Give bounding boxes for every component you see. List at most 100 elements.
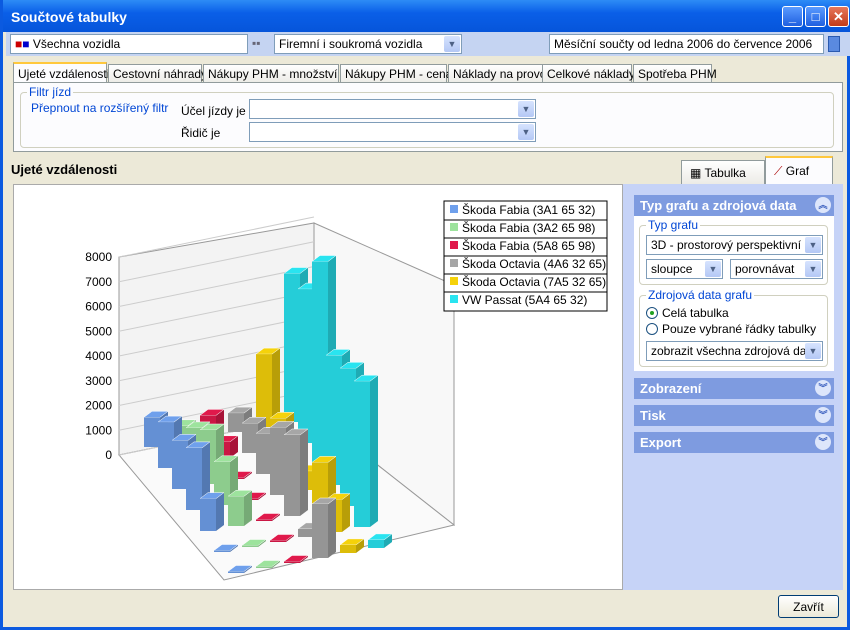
section-header-print[interactable]: Tisk ︾: [634, 405, 834, 426]
legend-swatch: [450, 259, 458, 267]
chevron-down-icon[interactable]: ▼: [518, 124, 534, 140]
tab-chart[interactable]: ⟋ Graf: [765, 156, 833, 184]
chart-type-group: Typ grafu 3D - prostorový perspektivní ▼ …: [639, 218, 828, 285]
close-window-button[interactable]: ✕: [828, 6, 849, 27]
chevron-down-icon[interactable]: ▼: [444, 36, 460, 52]
collapse-icon[interactable]: ︽: [815, 197, 831, 213]
purpose-select[interactable]: ▼: [249, 99, 536, 119]
y-tick-label: 5000: [85, 324, 112, 338]
expand-icon[interactable]: ︾: [815, 407, 831, 423]
source-filter-value: zobrazit všechna zdrojová data: [651, 344, 817, 358]
maximize-button[interactable]: □: [805, 6, 826, 27]
y-tick-label: 2000: [85, 399, 112, 413]
chevron-down-icon[interactable]: ▼: [705, 261, 721, 277]
bar: [214, 550, 230, 552]
tab-spotreba-phm[interactable]: Spotřeba PHM: [633, 64, 717, 83]
bar: [284, 561, 300, 563]
legend-label: Škoda Octavia (4A6 32 65): [462, 256, 606, 271]
legend-swatch: [450, 241, 458, 249]
car-icon: ■: [22, 37, 30, 51]
driver-select[interactable]: ▼: [249, 122, 536, 142]
period-value: Měsíční součty od ledna 2006 do července…: [554, 37, 813, 51]
bar: [368, 539, 384, 548]
bar: [172, 440, 188, 489]
section-header-chart-type[interactable]: Typ grafu a zdrojová data ︽: [634, 195, 834, 216]
legend-label: VW Passat (5A4 65 32): [462, 293, 587, 307]
minimize-button[interactable]: _: [782, 6, 803, 27]
window: Součtové tabulky _ □ ✕ ■■ Všechna vozidl…: [0, 0, 850, 630]
legend-label: Škoda Octavia (7A5 32 65): [462, 274, 606, 289]
radio-all[interactable]: Celá tabulka: [646, 306, 729, 320]
tab-cestovni-nahrady[interactable]: Cestovní náhrady: [108, 64, 207, 83]
period-field[interactable]: Měsíční součty od ledna 2006 do července…: [549, 34, 824, 54]
bar: [312, 504, 328, 558]
chart-type-select[interactable]: 3D - prostorový perspektivní ▼: [646, 235, 823, 255]
chevron-down-icon[interactable]: ▼: [518, 101, 534, 117]
radio-checked-icon[interactable]: [646, 307, 658, 319]
y-tick-label: 4000: [85, 349, 112, 363]
mode-select[interactable]: porovnávat ▼: [730, 259, 823, 279]
bar: [256, 566, 272, 568]
shape-value: sloupce: [651, 262, 693, 276]
bar: [298, 289, 314, 443]
tab-table[interactable]: ▦ Tabulka: [681, 160, 765, 184]
bar: [242, 545, 258, 547]
bar-side: [328, 498, 336, 558]
y-tick-label: 6000: [85, 300, 112, 314]
source-group-label: Zdrojová data grafu: [646, 288, 755, 302]
toolbar: ■■ Všechna vozidla ▪▪ Firemní i soukromá…: [6, 32, 850, 56]
chevron-down-icon[interactable]: ▼: [805, 343, 821, 359]
bar: [256, 433, 272, 474]
bar: [354, 381, 370, 527]
chevron-down-icon[interactable]: ▼: [805, 237, 821, 253]
tab-table-label: Tabulka: [704, 166, 746, 180]
radio-unchecked-icon[interactable]: [646, 323, 658, 335]
bar: [228, 496, 244, 526]
legend-swatch: [450, 295, 458, 303]
vehicle-type-select[interactable]: Firemní i soukromá vozidla ▼: [274, 34, 462, 54]
radio-all-label: Celá tabulka: [662, 306, 729, 320]
tab-nakupy-cena[interactable]: Nákupy PHM - cena: [340, 64, 452, 83]
section-header-display[interactable]: Zobrazení ︾: [634, 378, 834, 399]
bar: [340, 544, 356, 553]
bar: [242, 423, 258, 453]
tab-celkove-naklady[interactable]: Celkové náklady: [542, 64, 635, 83]
bar: [200, 498, 216, 531]
chart-area: 0 1000 2000 3000 4000 5000 6000 7000 8000 Škoda F…: [13, 184, 623, 590]
table-icon: ▦: [690, 166, 702, 180]
source-filter-select[interactable]: zobrazit všechna zdrojová data ▼: [646, 341, 823, 361]
section-header-label: Typ grafu a zdrojová data: [640, 198, 797, 213]
chart-options-panel: Typ grafu a zdrojová data ︽ Typ grafu 3D …: [623, 184, 843, 590]
bar: [312, 261, 328, 464]
tab-ujete-vzdalenosti[interactable]: Ujeté vzdálenosti: [13, 62, 109, 84]
radio-selected[interactable]: Pouze vybrané řádky tabulky: [646, 322, 816, 336]
bar: [270, 427, 286, 495]
expand-icon[interactable]: ︾: [815, 434, 831, 450]
bar-side: [342, 493, 350, 532]
filter-panel: Filtr jízd Přepnout na rozšířený filtr Ú…: [13, 82, 843, 152]
vehicles-field[interactable]: ■■ Všechna vozidla: [10, 34, 248, 54]
section-header-label: Export: [640, 435, 682, 450]
legend-swatch: [450, 223, 458, 231]
vehicle-type-icon: ▪▪: [252, 36, 261, 50]
tab-chart-label: Graf: [785, 164, 810, 178]
shape-select[interactable]: sloupce ▼: [646, 259, 723, 279]
tab-nakupy-mnozstvi[interactable]: Nákupy PHM - množství: [203, 64, 339, 83]
calculator-icon[interactable]: [828, 36, 840, 52]
bar-chart-3d: 0 1000 2000 3000 4000 5000 6000 7000 8000 Škoda F…: [85, 200, 608, 581]
driver-label: Řidič je: [181, 126, 221, 140]
bar: [298, 528, 314, 537]
vehicle-type-value: Firemní i soukromá vozidla: [279, 37, 423, 51]
expand-icon[interactable]: ︾: [815, 380, 831, 396]
close-button[interactable]: Zavřít: [778, 595, 839, 618]
purpose-label: Účel jízdy je: [181, 104, 246, 118]
bar-side: [370, 375, 378, 527]
bar: [228, 571, 244, 573]
advanced-filter-link[interactable]: Přepnout na rozšířený filtr: [31, 101, 168, 115]
bar: [284, 435, 300, 516]
mode-value: porovnávat: [735, 262, 795, 276]
title-bar: Součtové tabulky _ □ ✕: [3, 0, 850, 32]
chevron-down-icon[interactable]: ▼: [805, 261, 821, 277]
section-header-export[interactable]: Export ︾: [634, 432, 834, 453]
tab-naklady-provoz[interactable]: Náklady na provoz: [448, 64, 556, 83]
